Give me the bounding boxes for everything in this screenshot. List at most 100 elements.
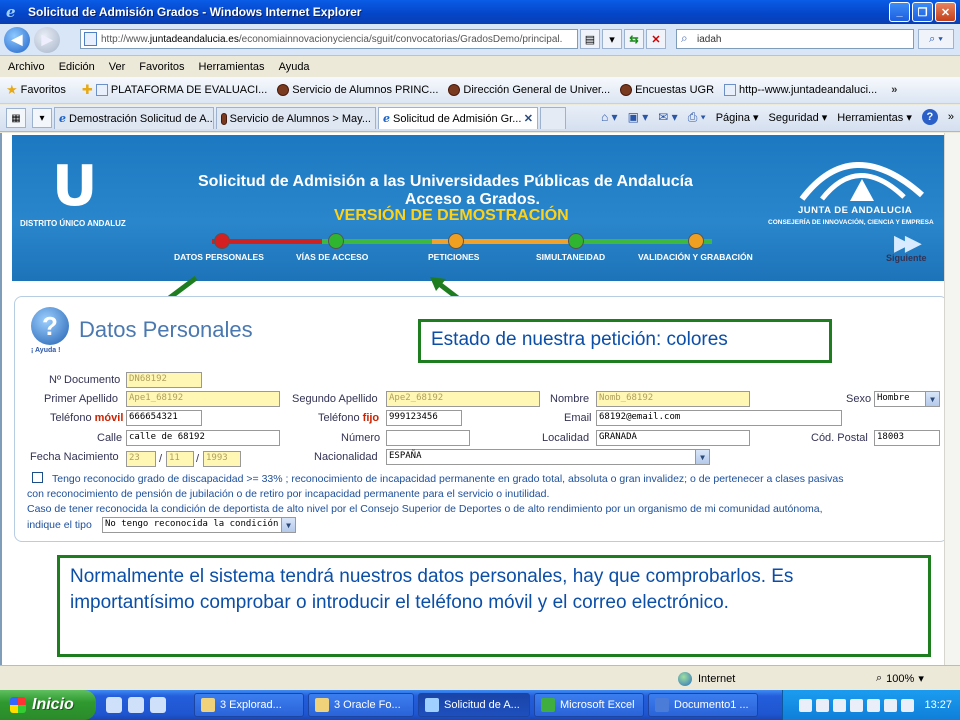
numero-field[interactable]	[386, 430, 470, 446]
ape2-field[interactable]: Ape2_68192	[386, 391, 540, 407]
tray-icon[interactable]	[799, 698, 813, 712]
url-path: /economiainnovacionyciencia/sguit/convoc…	[238, 33, 563, 45]
maximize-button[interactable]: ❐	[912, 2, 933, 22]
ape1-field[interactable]: Ape1_68192	[126, 391, 280, 407]
window-title-bar[interactable]: e Solicitud de Admisión Grados - Windows…	[0, 0, 960, 24]
doc-field[interactable]: DN68192	[126, 372, 202, 388]
commands-more-chevron[interactable]: »	[948, 111, 954, 123]
taskbar-solicitud[interactable]: Solicitud de A...	[418, 693, 530, 717]
step-validacion-grabacion[interactable]: VALIDACIÓN Y GRABACIÓN	[638, 252, 753, 262]
clock[interactable]: 13:27	[924, 699, 952, 711]
feeds-icon[interactable]: ▣ ▾	[628, 110, 649, 124]
step-peticiones[interactable]: PETICIONES	[428, 252, 479, 262]
close-window-button[interactable]: ✕	[935, 2, 956, 22]
menu-archivo[interactable]: Archivo	[8, 61, 45, 73]
dropdown-icon[interactable]: ▾	[602, 29, 622, 49]
print-icon[interactable]: ⎙ ▾	[688, 110, 706, 125]
step-simultaneidad[interactable]: SIMULTANEIDAD	[536, 252, 605, 262]
junta-subtitle: CONSEJERÍA DE INNOVACIÓN, CIENCIA Y EMPR…	[768, 219, 934, 226]
security-zone[interactable]: Internet	[678, 672, 735, 686]
quick-tabs-icon[interactable]: ▦	[6, 108, 26, 128]
fav-label: http--www.juntadeandaluci...	[739, 84, 878, 96]
tray-icon[interactable]	[884, 698, 898, 712]
taskbar-documento[interactable]: Documento1 ...	[648, 693, 758, 717]
security-menu[interactable]: Seguridad ▾	[769, 111, 828, 124]
email-field[interactable]: 68192@email.com	[596, 410, 842, 426]
start-button[interactable]: Inicio	[0, 690, 96, 720]
step-datos-personales[interactable]: DATOS PERSONALES	[174, 252, 264, 262]
double-arrow-icon: ▶▶	[894, 230, 922, 255]
step-vias-acceso[interactable]: VÍAS DE ACCESO	[296, 252, 368, 262]
junta-logo-icon	[799, 162, 924, 201]
search-input[interactable]: ⌕ iadah	[676, 29, 914, 49]
fav-item-plataforma[interactable]: PLATAFORMA DE EVALUACI...	[95, 84, 268, 96]
zoom-control[interactable]: ⌕ 100% ▾	[876, 672, 924, 685]
tab-solicitud-admision[interactable]: e Solicitud de Admisión Gr... ✕	[378, 107, 538, 129]
tray-icon[interactable]	[850, 698, 864, 712]
favorites-more-chevron[interactable]: »	[891, 84, 897, 96]
page-menu[interactable]: Página ▾	[716, 111, 759, 124]
tools-menu[interactable]: Herramientas ▾	[837, 111, 912, 124]
help-question-icon[interactable]: ?	[31, 307, 69, 345]
favorites-star-icon[interactable]: ★	[6, 82, 18, 98]
stop-icon[interactable]: ✕	[646, 29, 666, 49]
window-title: Solicitud de Admisión Grados - Windows I…	[28, 5, 362, 19]
fav-label: PLATAFORMA DE EVALUACI...	[110, 84, 268, 96]
zoom-icon: ⌕	[876, 672, 883, 684]
tray-icon[interactable]	[833, 698, 847, 712]
tab-demostracion[interactable]: e Demostración Solicitud de A...	[54, 107, 214, 129]
mail-icon[interactable]: ✉ ▾	[658, 110, 677, 124]
home-icon[interactable]: ⌂ ▾	[601, 110, 618, 124]
refresh-icon[interactable]: ⇆	[624, 29, 644, 49]
minimize-button[interactable]: _	[889, 2, 910, 22]
fecha-mes-field[interactable]: 11	[166, 451, 194, 467]
nombre-field[interactable]: Nomb_68192	[596, 391, 750, 407]
quick-launch-icon[interactable]	[106, 697, 122, 713]
tel-fijo-field[interactable]: 999123456	[386, 410, 462, 426]
fecha-dia-field[interactable]: 23	[126, 451, 156, 467]
quick-launch-icon[interactable]	[128, 697, 144, 713]
forward-button[interactable]: ▶	[34, 26, 60, 53]
compatibility-icon[interactable]: ▤	[580, 29, 600, 49]
close-tab-icon[interactable]: ✕	[524, 112, 533, 125]
localidad-field[interactable]: GRANADA	[596, 430, 750, 446]
tab-label: Demostración Solicitud de A...	[69, 112, 214, 125]
vertical-scrollbar[interactable]	[944, 133, 960, 665]
fecha-anio-field[interactable]: 1993	[203, 451, 241, 467]
quick-launch-icon[interactable]	[150, 697, 166, 713]
fav-item-junta[interactable]: http--www.juntadeandaluci...	[724, 84, 877, 96]
deportista-select[interactable]: No tengo reconocida la condición ▼	[102, 517, 296, 533]
taskbar-oracle[interactable]: 3 Oracle Fo...	[308, 693, 414, 717]
tray-icon[interactable]	[901, 698, 915, 712]
menu-edicion[interactable]: Edición	[59, 61, 95, 73]
tab-list-dropdown[interactable]: ▾	[32, 108, 52, 128]
address-bar[interactable]: http://www. juntadeandalucia.es/economiai…	[80, 29, 578, 49]
fav-item-encuestas[interactable]: Encuestas UGR	[620, 84, 714, 96]
fav-item-servicio-alumnos[interactable]: Servicio de Alumnos PRINC...	[277, 84, 438, 96]
menu-ayuda[interactable]: Ayuda	[279, 61, 310, 73]
add-favorite-icon[interactable]: ✚	[82, 82, 93, 98]
taskbar-excel[interactable]: Microsoft Excel	[534, 693, 644, 717]
search-button[interactable]: ⌕ ▾	[918, 29, 954, 49]
next-button[interactable]: ▶▶ Siguiente	[886, 230, 927, 264]
discapacidad-checkbox[interactable]	[32, 472, 43, 483]
nacionalidad-select[interactable]: ESPAÑA ▼	[386, 449, 710, 465]
menu-favoritos[interactable]: Favoritos	[139, 61, 184, 73]
tray-icon[interactable]	[816, 698, 830, 712]
sexo-select[interactable]: Hombre ▼	[874, 391, 940, 407]
menu-ver[interactable]: Ver	[109, 61, 126, 73]
menu-herramientas[interactable]: Herramientas	[199, 61, 265, 73]
fav-item-direccion-general[interactable]: Dirección General de Univer...	[448, 84, 610, 96]
favorites-button[interactable]: Favoritos	[21, 84, 66, 96]
tray-icon[interactable]	[867, 698, 881, 712]
help-icon[interactable]: ?	[921, 109, 938, 125]
calle-field[interactable]: calle de 68192	[126, 430, 280, 446]
tel-movil-field[interactable]: 666654321	[126, 410, 202, 426]
cp-field[interactable]: 18003	[874, 430, 940, 446]
tab-servicio-alumnos[interactable]: Servicio de Alumnos > May...	[216, 107, 376, 129]
back-button[interactable]: ◀	[4, 26, 30, 53]
taskbar-explorer[interactable]: 3 Explorad...	[194, 693, 304, 717]
new-tab-button[interactable]	[540, 107, 566, 129]
help-link[interactable]: ¡ Ayuda !	[31, 347, 60, 354]
deportista-text: Caso de tener reconocida la condición de…	[27, 503, 823, 515]
